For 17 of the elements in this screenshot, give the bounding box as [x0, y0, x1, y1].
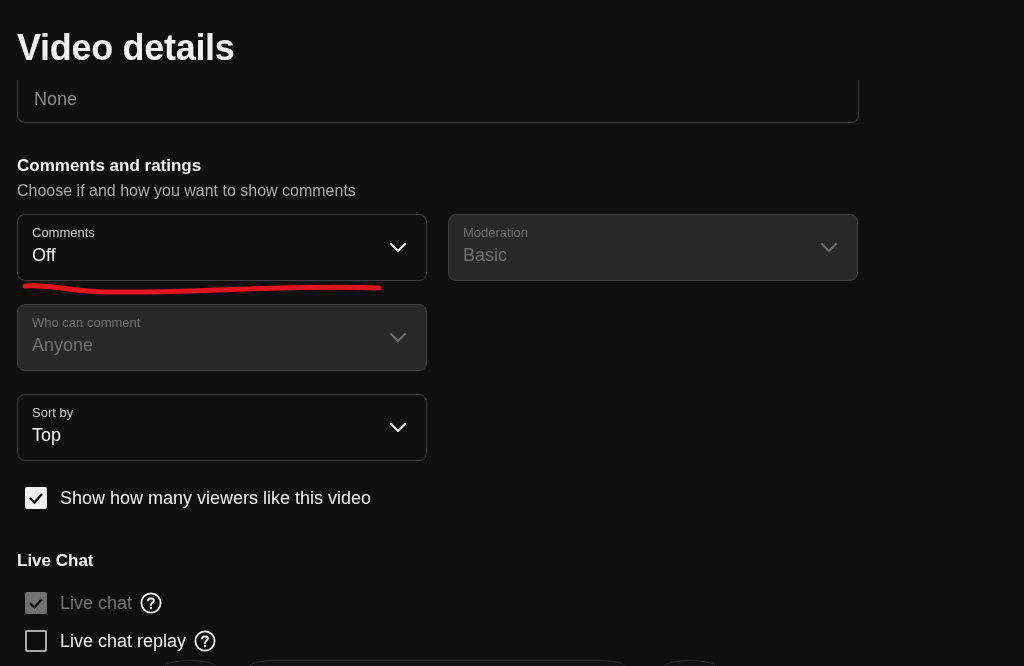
chevron-down-icon: [390, 423, 406, 432]
chevron-down-icon: [390, 243, 406, 252]
section-heading: Live Chat: [17, 550, 94, 572]
section-heading: Comments and ratings: [17, 155, 202, 177]
checkbox-label: Live chat replay: [60, 630, 187, 652]
checkbox[interactable]: [25, 487, 47, 509]
text-field[interactable]: None: [17, 80, 859, 123]
checkbox-label: Show how many viewers like this video: [60, 487, 372, 509]
checkbox-label: Live chat: [60, 592, 133, 614]
dropdown[interactable]: Comments Off: [17, 214, 427, 281]
help-icon[interactable]: [194, 630, 217, 652]
section-description: Choose if and how you want to show comments: [17, 181, 356, 201]
chevron-down-icon: [821, 243, 837, 252]
checkbox[interactable]: [25, 630, 47, 652]
chevron-down-icon: [390, 333, 406, 342]
dropdown[interactable]: Sort by Top: [17, 394, 427, 461]
page-title: Video details: [17, 26, 235, 70]
